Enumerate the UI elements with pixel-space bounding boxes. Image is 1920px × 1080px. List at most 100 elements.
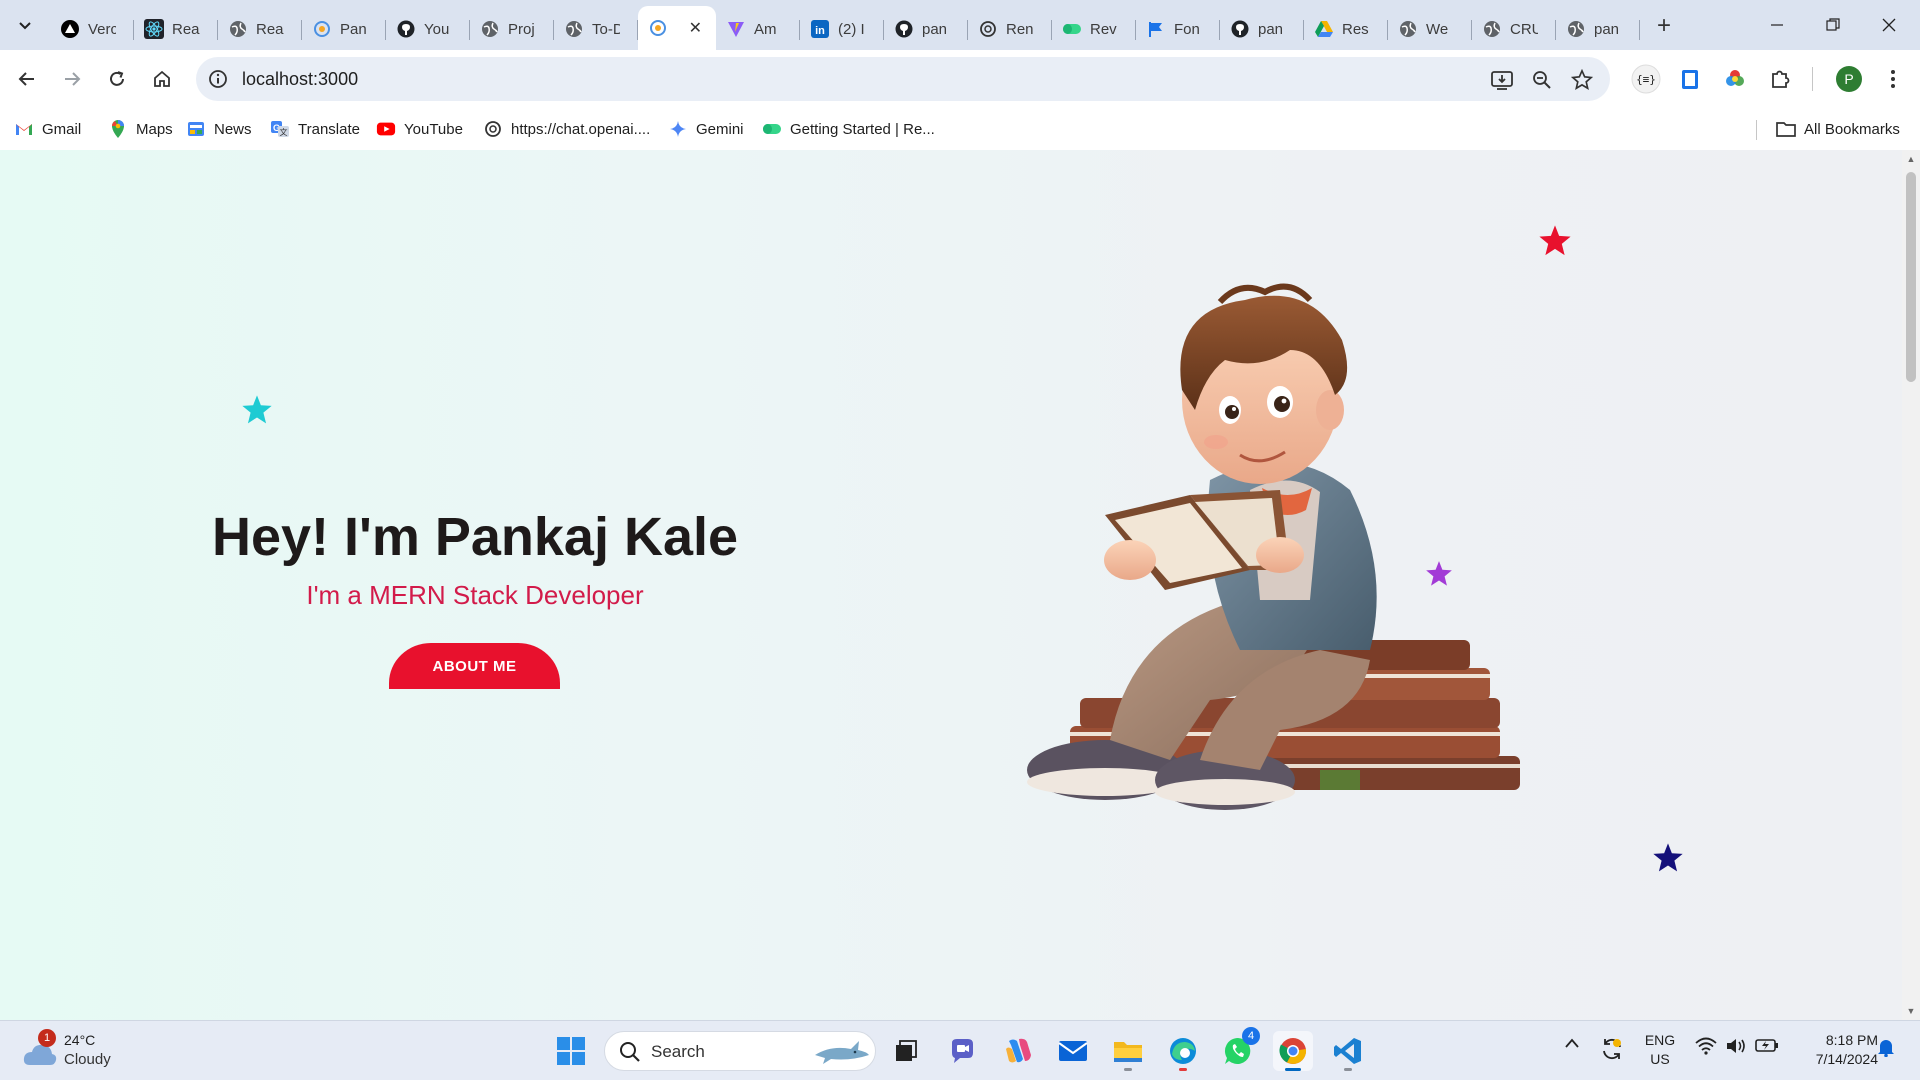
tab[interactable]: Pan [302, 10, 386, 48]
tab-title: Ren [1006, 20, 1034, 38]
edge-button[interactable] [1163, 1031, 1203, 1071]
restore-button[interactable] [1810, 8, 1856, 42]
tab[interactable]: pan [884, 10, 968, 48]
all-bookmarks-button[interactable]: All Bookmarks [1776, 116, 1900, 142]
onedrive-sync-button[interactable] [1598, 1037, 1626, 1061]
tab[interactable]: Ren [968, 10, 1052, 48]
bookmark-item[interactable]: Gmail [14, 116, 81, 142]
browser-menu-button[interactable] [1877, 63, 1909, 95]
bookmark-label: Getting Started | Re... [790, 120, 935, 138]
tab-search-button[interactable] [8, 8, 42, 42]
bookmark-item[interactable]: https://chat.openai.... [483, 116, 650, 142]
vscode-button[interactable] [1328, 1031, 1368, 1071]
tab[interactable]: You [386, 10, 470, 48]
whatsapp-button[interactable]: 4 [1218, 1027, 1260, 1071]
bookmark-item[interactable]: G 文 Translate [270, 116, 360, 142]
page-scrollbar[interactable]: ▲ ▼ [1902, 150, 1920, 1020]
folder-icon [1114, 1042, 1142, 1062]
all-bookmarks-label: All Bookmarks [1804, 120, 1900, 138]
home-button[interactable] [145, 62, 179, 96]
json-extension-button[interactable]: {≡} [1630, 63, 1662, 95]
tab-active[interactable]: ✕ [638, 6, 716, 50]
tab[interactable]: Rea [218, 10, 302, 48]
tab[interactable]: Fon [1136, 10, 1220, 48]
bookmark-label: Gemini [696, 120, 744, 138]
bookmark-item[interactable]: Gemini [668, 116, 744, 142]
bookmark-item[interactable]: YouTube [376, 116, 463, 142]
tab-title: CRU [1510, 20, 1538, 38]
wifi-status[interactable] [1694, 1037, 1718, 1055]
tab[interactable]: Res [1304, 10, 1388, 48]
color-picker-extension-button[interactable] [1719, 63, 1751, 95]
bookmark-star-icon[interactable] [1569, 67, 1595, 93]
chrome-button[interactable] [1273, 1031, 1313, 1071]
language-indicator[interactable]: ENG US [1642, 1031, 1678, 1069]
tab[interactable]: Proj [470, 10, 554, 48]
bookmark-item[interactable]: News [186, 116, 252, 142]
site-info-icon[interactable] [206, 67, 230, 91]
tab[interactable]: Rea [134, 10, 218, 48]
scroll-up-icon[interactable]: ▲ [1906, 154, 1916, 164]
reload-button[interactable] [100, 62, 134, 96]
taskbar-search[interactable]: Search [604, 1031, 876, 1071]
bookmark-item[interactable]: Maps [108, 116, 173, 142]
tab[interactable]: We [1388, 10, 1472, 48]
restore-icon [1826, 18, 1840, 31]
vercel-icon [60, 19, 80, 39]
tab[interactable]: Am [716, 10, 800, 48]
tab-title: pan [1594, 20, 1620, 38]
arrow-right-icon [65, 72, 81, 86]
zoom-icon[interactable] [1529, 67, 1555, 93]
clipboard-extension-button[interactable] [1674, 63, 1706, 95]
clipboard-icon [1682, 70, 1698, 89]
bookmark-item[interactable]: Getting Started | Re... [762, 116, 935, 142]
about-me-button[interactable]: ABOUT ME [389, 643, 560, 689]
file-explorer-button[interactable] [1108, 1031, 1148, 1071]
tab[interactable]: To-D [554, 10, 638, 48]
battery-status[interactable] [1754, 1037, 1780, 1053]
bookmarks-divider [1756, 120, 1757, 140]
keyboard-region: US [1650, 1051, 1670, 1067]
tab[interactable]: pan [1556, 10, 1640, 48]
extensions-button[interactable] [1764, 63, 1796, 95]
tab[interactable]: Verc [50, 10, 134, 48]
tab-close-icon[interactable]: ✕ [689, 18, 702, 38]
globe-icon [1482, 19, 1502, 39]
url-text[interactable]: localhost:3000 [242, 69, 358, 90]
task-view-icon [896, 1040, 917, 1061]
windows-logo-icon [557, 1037, 585, 1065]
address-bar[interactable]: localhost:3000 [196, 57, 1610, 101]
teams-button[interactable] [942, 1031, 982, 1071]
gemini-icon [668, 119, 688, 139]
clock[interactable]: 8:18 PM 7/14/2024 [1788, 1031, 1878, 1069]
tab[interactable]: CRU [1472, 10, 1556, 48]
tab[interactable]: pan [1220, 10, 1304, 48]
scroll-down-icon[interactable]: ▼ [1906, 1006, 1916, 1016]
tab-title: Rev [1090, 20, 1117, 38]
new-tab-button[interactable]: + [1650, 12, 1678, 40]
task-view-button[interactable] [886, 1031, 926, 1071]
weather-widget[interactable]: 1 24°C Cloudy [20, 1029, 130, 1073]
tab[interactable]: Rev [1052, 10, 1136, 48]
install-app-icon[interactable] [1489, 67, 1515, 93]
close-window-button[interactable] [1866, 8, 1912, 42]
minimize-button[interactable] [1754, 8, 1800, 42]
forward-button[interactable] [55, 62, 89, 96]
notifications-button[interactable] [1874, 1037, 1898, 1057]
tab-title: pan [922, 20, 948, 38]
volume-status[interactable] [1724, 1037, 1748, 1055]
home-icon [154, 70, 170, 87]
tab[interactable]: in (2) I [800, 10, 884, 48]
running-indicator [1179, 1068, 1187, 1071]
drive-icon [1314, 19, 1334, 39]
mail-button[interactable] [1053, 1031, 1093, 1071]
copilot-button[interactable] [998, 1031, 1038, 1071]
weather-temperature: 24°C [64, 1032, 96, 1048]
back-button[interactable] [10, 62, 44, 96]
show-hidden-icons-button[interactable] [1560, 1037, 1584, 1049]
start-button[interactable] [551, 1031, 591, 1071]
profile-avatar[interactable]: P [1836, 66, 1862, 92]
scroll-thumb[interactable] [1906, 172, 1916, 382]
search-icon [620, 1042, 640, 1062]
browser-toolbar: localhost:3000 {≡} P [0, 50, 1920, 108]
